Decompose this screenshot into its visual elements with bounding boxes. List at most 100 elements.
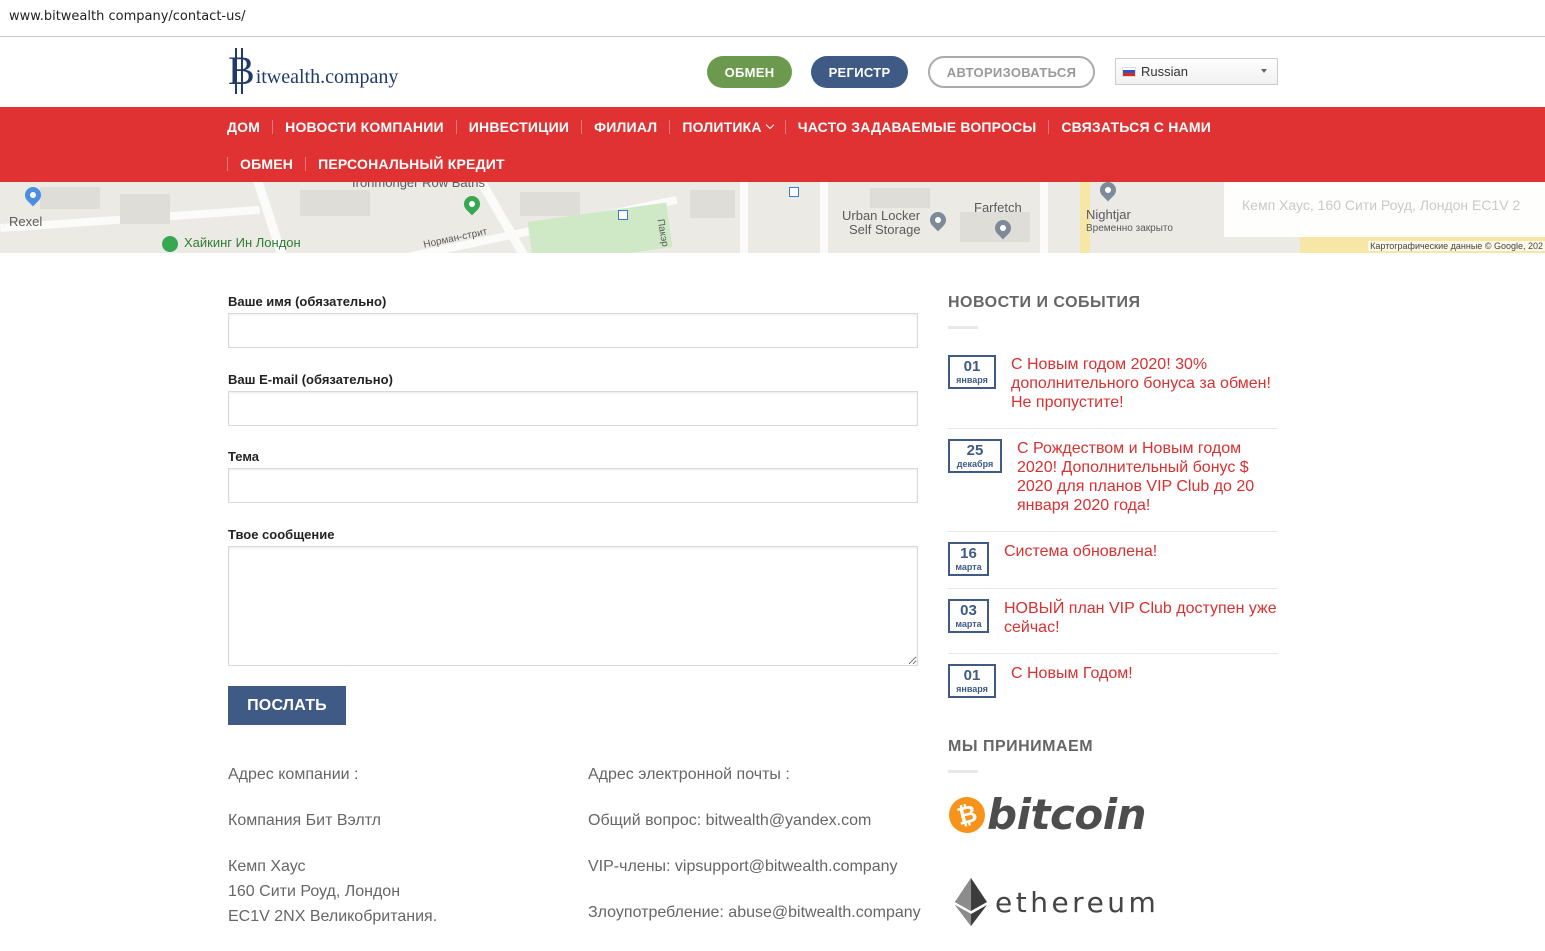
bitcoin-icon: ₿: [945, 792, 989, 837]
section-rule: [948, 326, 978, 329]
map-building: [120, 194, 170, 224]
map-label-nightjar-status: Временно закрыто: [1086, 223, 1173, 234]
map-building: [520, 192, 580, 216]
general-email[interactable]: Общий вопрос: bitwealth@yandex.com: [588, 808, 871, 833]
subject-label: Тема: [228, 449, 260, 464]
map-label-nightjar: Nightjar: [1086, 207, 1131, 222]
nav-item-faq[interactable]: ЧАСТО ЗАДАВАЕМЫЕ ВОПРОСЫ: [798, 119, 1037, 135]
ethereum-icon: [955, 878, 987, 926]
transit-stop-icon: [618, 210, 628, 220]
exchange-button[interactable]: ОБМЕН: [707, 56, 792, 88]
nav-row-2: ОБМЕН ПЕРСОНАЛЬНЫЙ КРЕДИТ: [227, 154, 505, 174]
date-month: января: [956, 684, 988, 694]
date-badge: 25 декабря: [948, 439, 1002, 473]
nav-item-affiliate[interactable]: ФИЛИАЛ: [594, 119, 657, 135]
nav-row-1: ДОМ НОВОСТИ КОМПАНИИ ИНВЕСТИЦИИ ФИЛИАЛ П…: [227, 117, 1211, 137]
logo-text: itwealth.company: [255, 66, 399, 88]
russia-flag-icon: [1122, 66, 1136, 77]
accept-section-title: МЫ ПРИНИМАЕМ: [948, 738, 1094, 755]
map-road: [820, 182, 828, 253]
map-label-self-storage: Self Storage: [849, 222, 921, 237]
logo-initial: B: [228, 48, 255, 94]
date-month: декабря: [956, 459, 994, 469]
message-label: Твое сообщение: [228, 527, 335, 542]
name-input[interactable]: [228, 313, 918, 348]
news-link[interactable]: НОВЫЙ план VIP Club доступен уже сейчас!: [1004, 599, 1278, 637]
news-divider: [948, 531, 1278, 532]
abuse-email[interactable]: Злоупотребление: abuse@bitwealth.company: [588, 900, 921, 925]
map-address-overlay: Кемп Хаус, 160 Сити Роуд, Лондон EC1V 2: [1224, 182, 1545, 237]
register-button[interactable]: РЕГИСТР: [811, 56, 908, 88]
email-input[interactable]: [228, 391, 918, 426]
news-link[interactable]: С Новым Годом!: [1011, 664, 1276, 683]
subject-input[interactable]: [228, 468, 918, 503]
date-day: 16: [960, 545, 977, 562]
bitcoin-wordmark: bitcoin: [987, 790, 1147, 839]
map-address-text: Кемп Хаус, 160 Сити Роуд, Лондон EC1V 2: [1242, 197, 1521, 213]
nav-item-exchange[interactable]: ОБМЕН: [240, 156, 293, 172]
date-day: 01: [963, 667, 981, 684]
map-pin-icon[interactable]: [1096, 182, 1120, 202]
submit-button[interactable]: ПОСЛАТЬ: [228, 686, 346, 725]
google-map[interactable]: Rexel Ironmonger Row Baths Хайкинг Ин Ло…: [0, 182, 1545, 253]
chevron-down-icon: [765, 120, 774, 130]
nav-item-home[interactable]: ДОМ: [227, 119, 260, 135]
email-title: Адрес электронной почты :: [588, 766, 790, 783]
map-pin-icon[interactable]: [926, 208, 950, 232]
name-label: Ваше имя (обязательно): [228, 294, 387, 309]
address-line-3: EC1V 2NX Великобритания.: [228, 908, 438, 925]
news-divider: [948, 588, 1278, 589]
nav-item-investments[interactable]: ИНВЕСТИЦИИ: [469, 119, 569, 135]
map-label-farfetch: Farfetch: [974, 200, 1022, 215]
date-badge: 01 января: [948, 664, 996, 698]
date-day: 01: [963, 358, 981, 375]
date-day: 03: [960, 602, 977, 619]
company-name: Компания Бит Вэлтл: [228, 812, 382, 829]
nav-divider: [272, 120, 274, 134]
map-building: [690, 190, 735, 218]
message-textarea[interactable]: [228, 546, 918, 666]
map-pin-icon[interactable]: [460, 192, 484, 216]
login-button[interactable]: АВТОРИЗОВАТЬСЯ: [928, 56, 1095, 88]
nav-item-company-news[interactable]: НОВОСТИ КОМПАНИИ: [285, 119, 444, 135]
language-value: Russian: [1141, 64, 1188, 79]
nav-item-personal-credit[interactable]: ПЕРСОНАЛЬНЫЙ КРЕДИТ: [318, 156, 505, 172]
address-line-2: 160 Сити Роуд, Лондон: [228, 883, 401, 900]
section-rule: [948, 770, 978, 773]
map-label-rexel: Rexel: [9, 214, 43, 229]
browser-url-bar[interactable]: www.bitwealth company/contact-us/: [0, 0, 1545, 37]
map-road: [740, 182, 748, 253]
news-link[interactable]: Система обновлена!: [1004, 542, 1276, 561]
language-select[interactable]: Russian: [1115, 58, 1278, 85]
date-day: 25: [966, 442, 984, 459]
nav-divider: [1048, 120, 1050, 134]
map-building: [300, 190, 370, 216]
site-header: B itwealth.company ОБМЕН РЕГИСТР АВТОРИЗ…: [0, 37, 1545, 107]
news-divider: [948, 653, 1278, 654]
date-badge: 03 марта: [948, 599, 989, 633]
news-link[interactable]: С Новым годом 2020! 30% дополнительного …: [1011, 355, 1276, 412]
ethereum-wordmark: ethereum: [995, 885, 1160, 919]
nav-item-policy[interactable]: ПОЛИТИКА: [682, 119, 774, 135]
nav-item-contact[interactable]: СВЯЗАТЬСЯ С НАМИ: [1061, 119, 1211, 135]
chevron-down-icon: [1261, 69, 1267, 73]
news-section-title: НОВОСТИ И СОБЫТИЯ: [948, 294, 1141, 311]
map-building: [870, 188, 930, 208]
map-label-hiking: Хайкинг Ин Лондон: [184, 235, 301, 250]
nav-item-policy-label: ПОЛИТИКА: [682, 119, 762, 135]
url-text[interactable]: www.bitwealth company/contact-us/: [9, 9, 246, 24]
map-attribution[interactable]: Картографические данные © Google, 202: [1368, 241, 1545, 251]
site-logo[interactable]: B itwealth.company: [228, 48, 399, 94]
nav-divider: [305, 157, 307, 171]
map-road: [1040, 182, 1048, 253]
ethereum-logo: ethereum: [955, 878, 1159, 926]
vip-email[interactable]: VIP-члены: vipsupport@bitwealth.company: [588, 854, 898, 879]
map-building: [40, 187, 100, 209]
date-month: января: [956, 375, 988, 385]
nav-divider: [581, 120, 583, 134]
nav-divider: [227, 157, 228, 171]
news-divider: [948, 428, 1278, 429]
news-link[interactable]: С Рождеством и Новым годом 2020! Дополни…: [1017, 439, 1267, 515]
date-badge: 01 января: [948, 355, 996, 389]
bitcoin-logo: ₿ bitcoin: [945, 790, 1147, 839]
